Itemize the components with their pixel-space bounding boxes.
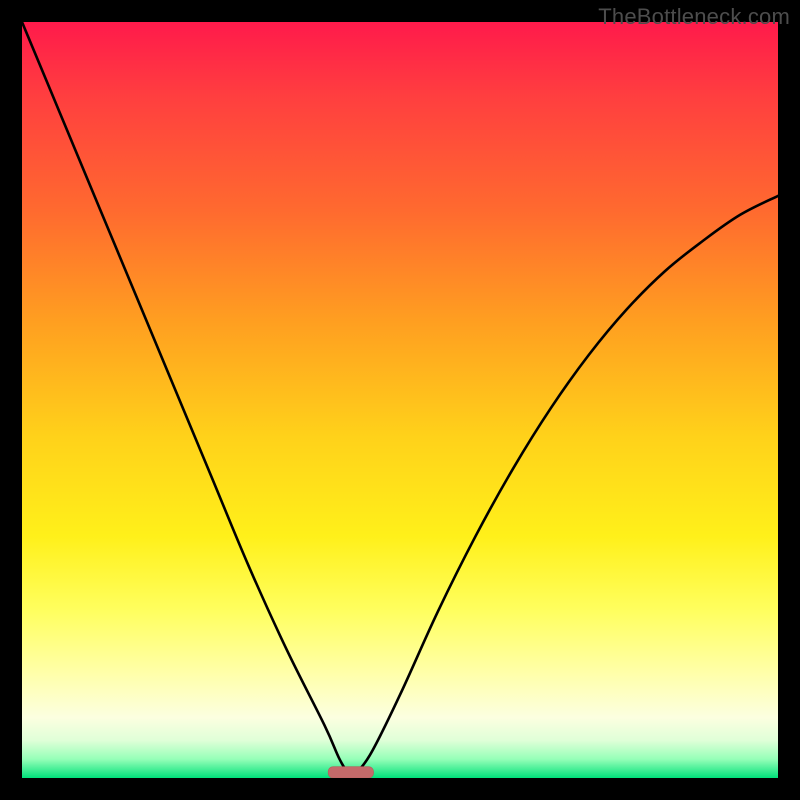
chart-overlay (22, 22, 778, 778)
optimal-marker (328, 767, 373, 778)
chart-plot-area (22, 22, 778, 778)
curve-left (22, 22, 351, 778)
chart-frame: TheBottleneck.com (0, 0, 800, 800)
curve-right (351, 196, 778, 778)
watermark-text: TheBottleneck.com (598, 4, 790, 30)
